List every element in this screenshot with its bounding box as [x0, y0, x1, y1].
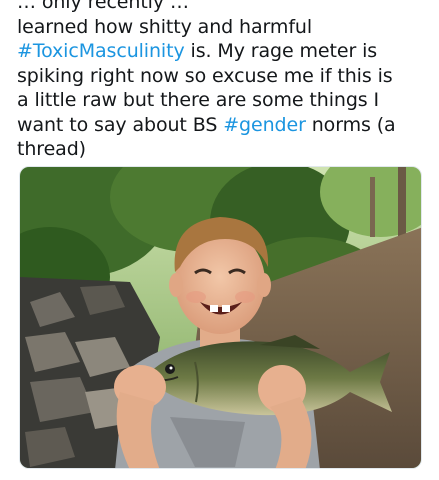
tweet-line-text: is. My rage meter is [184, 40, 378, 62]
tweet-line-partial: … only recently … [17, 0, 427, 15]
photo-boy-holding-fish [20, 167, 421, 468]
tweet-line-0: … only recently … [17, 0, 189, 13]
tweet-line: spiking right now so excuse me if this i… [17, 64, 393, 87]
tweet-line: thread) [17, 138, 86, 160]
tweet-line-text: norms (a [305, 113, 396, 136]
hashtag-toxic-masculinity-link[interactable]: #ToxicMasculinity [17, 40, 185, 62]
tweet-text: … only recently … learned how shitty and… [17, 0, 427, 162]
tweet-photo[interactable] [19, 166, 422, 469]
tweet-line: #ToxicMasculinity is. My rage meter is [17, 39, 427, 64]
tweet-line: a little raw but there are some things I [17, 89, 380, 111]
hashtag-gender-link[interactable]: #gender [223, 114, 306, 136]
tweet-line: want to say about BS #gender norms (a [17, 113, 427, 138]
tweet-line: learned how shitty and harmful [17, 15, 313, 38]
tweet-line-text: want to say about BS [17, 113, 224, 136]
